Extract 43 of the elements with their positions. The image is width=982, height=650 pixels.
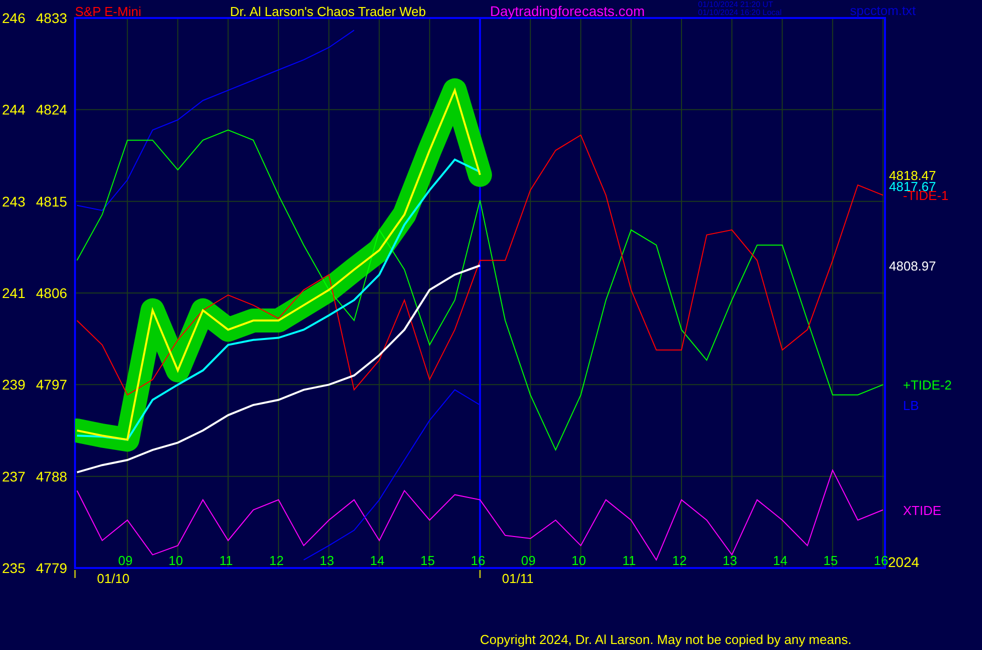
x-axis-label: 13 <box>320 553 334 568</box>
year-label: 2024 <box>888 554 920 570</box>
y-axis-label: 239 <box>2 376 26 393</box>
x-axis-label: 14 <box>370 553 384 568</box>
y-axis-label: 4788 <box>36 468 68 484</box>
x-axis-label: 10 <box>572 553 586 568</box>
y-axis-label: 237 <box>2 468 26 484</box>
date-tick <box>74 570 76 578</box>
x-axis-label: 12 <box>269 553 284 568</box>
y-axis-label: 4833 <box>36 10 68 26</box>
y-axis-label: 4824 <box>36 102 68 118</box>
series-name-label: LB <box>903 398 919 414</box>
x-axis-label: 14 <box>773 553 788 568</box>
x-axis-label: 11 <box>219 553 233 568</box>
page-title: Dr. Al Larson's Chaos Trader Web <box>230 4 426 19</box>
series-name-label: +TIDE-2 <box>903 378 952 393</box>
instrument-name: S&P E-Mini <box>75 4 142 19</box>
y-axis-label: 235 <box>2 560 26 576</box>
y-axis-label: 4797 <box>36 376 68 393</box>
x-axis-label: 13 <box>722 553 738 568</box>
value-label: 4818.47 <box>889 168 936 183</box>
x-axis-label: 09 <box>118 553 133 568</box>
file-name: spcctom.txt <box>850 3 916 18</box>
x-axis-label: 10 <box>168 553 183 568</box>
date-label: 01/11 <box>502 571 534 586</box>
series-name-label: XTIDE <box>903 502 942 518</box>
x-axis-label: 09 <box>521 553 536 568</box>
y-axis-label: 246 <box>2 10 26 26</box>
timestamp-text: 01/10/2024 16:20 Local <box>698 8 782 17</box>
y-axis-label: 4815 <box>36 193 68 210</box>
y-axis-label: 4806 <box>36 285 68 301</box>
y-axis-label: 244 <box>2 102 26 118</box>
date-label: 01/10 <box>97 571 130 586</box>
y-axis-label: 4779 <box>36 560 68 576</box>
copyright-text: Copyright 2024, Dr. Al Larson. May not be copied by any means. <box>480 632 852 647</box>
x-axis-label: 11 <box>622 553 636 568</box>
x-axis-label: 12 <box>672 553 687 568</box>
value-label: 4808.97 <box>889 258 936 274</box>
y-axis-label: 241 <box>2 285 26 301</box>
timestamp-text: 01/10/2024 21:20 UT <box>698 0 774 9</box>
x-axis-label: 15 <box>823 553 838 568</box>
x-axis-label: 15 <box>420 553 435 568</box>
y-axis-label: 243 <box>2 193 26 210</box>
